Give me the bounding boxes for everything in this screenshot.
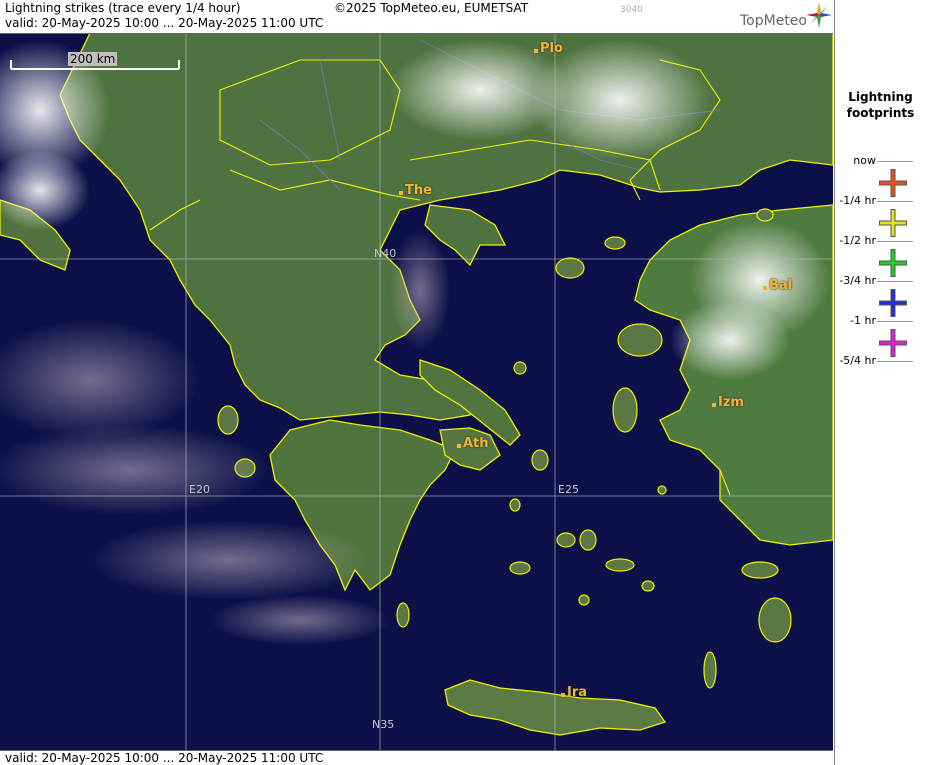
legend-row-label: now bbox=[853, 154, 876, 167]
valid-time-bottom: valid: 20-May-2025 10:00 ... 20-May-2025… bbox=[5, 751, 324, 765]
lightning-cross-icon bbox=[879, 329, 907, 357]
city-label-plo: Plo bbox=[540, 41, 563, 56]
product-code: 3040 bbox=[620, 5, 643, 15]
legend-row-label: -1/2 hr bbox=[839, 234, 876, 247]
legend-row-divider bbox=[877, 281, 913, 282]
map-header: Lightning strikes (trace every 1/4 hour)… bbox=[0, 0, 833, 34]
valid-time-top: valid: 20-May-2025 10:00 ... 20-May-2025… bbox=[5, 16, 324, 30]
scale-bar-label: 200 km bbox=[68, 52, 118, 66]
city-marker-the: The bbox=[399, 183, 432, 198]
legend-row-divider bbox=[877, 241, 913, 242]
legend-row-divider bbox=[877, 361, 913, 362]
legend-title-line1: Lightning bbox=[848, 90, 913, 104]
lightning-cross-icon bbox=[879, 209, 907, 237]
city-marker-izm: Izm bbox=[712, 395, 744, 410]
city-marker-ath: Ath bbox=[457, 436, 489, 451]
legend-row-label: -1 hr bbox=[850, 314, 876, 327]
legend-title: Lightning footprints bbox=[835, 89, 925, 121]
satellite-map: 200 km N40 E20 E25 N35 Plo The Bal Izm A… bbox=[0, 0, 833, 765]
scale-bar: 200 km bbox=[10, 52, 180, 70]
lightning-cross-icon bbox=[879, 169, 907, 197]
legend-row-label: -3/4 hr bbox=[839, 274, 876, 287]
map-title: Lightning strikes (trace every 1/4 hour) bbox=[5, 1, 241, 15]
legend-row-divider bbox=[877, 201, 913, 202]
grid-label-e20: E20 bbox=[189, 483, 210, 496]
city-label-the: The bbox=[405, 183, 432, 198]
lightning-cross-icon bbox=[879, 289, 907, 317]
map-canvas bbox=[0, 0, 833, 765]
legend-row-divider bbox=[877, 161, 913, 162]
city-label-bal: Bal bbox=[769, 278, 793, 293]
city-label-izm: Izm bbox=[718, 395, 744, 410]
grid-label-e25: E25 bbox=[558, 483, 579, 496]
legend-title-line2: footprints bbox=[846, 106, 915, 120]
copyright-text: ©2025 TopMeteo.eu, EUMETSAT bbox=[334, 1, 529, 15]
legend-row-label: -5/4 hr bbox=[839, 354, 876, 367]
compass-star-icon bbox=[806, 2, 832, 28]
lightning-legend: Lightning footprints now -1/4 hr -1/2 hr -3… bbox=[834, 0, 925, 765]
grid-label-n40: N40 bbox=[374, 247, 397, 260]
legend-row-divider bbox=[877, 321, 913, 322]
legend-row: -5/4 hr bbox=[835, 329, 925, 394]
topmeteo-logo-text: TopMeteo bbox=[740, 13, 807, 29]
city-label-ath: Ath bbox=[463, 436, 489, 451]
city-marker-bal: Bal bbox=[763, 278, 793, 293]
city-marker-ira: Ira bbox=[561, 685, 588, 700]
map-footer: valid: 20-May-2025 10:00 ... 20-May-2025… bbox=[0, 750, 833, 765]
legend-row-label: -1/4 hr bbox=[839, 194, 876, 207]
city-label-ira: Ira bbox=[567, 685, 588, 700]
city-marker-plo: Plo bbox=[534, 41, 563, 56]
grid-label-n35: N35 bbox=[372, 718, 395, 731]
lightning-cross-icon bbox=[879, 249, 907, 277]
